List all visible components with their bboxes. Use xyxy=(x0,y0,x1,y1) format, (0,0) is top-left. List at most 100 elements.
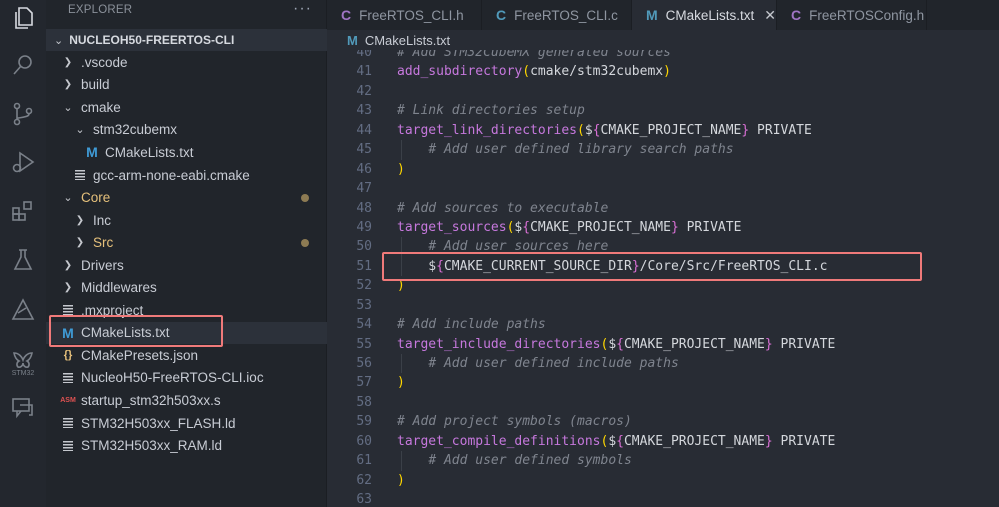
tree-item[interactable]: ❯ Middlewares xyxy=(46,277,327,300)
token: } xyxy=(631,258,640,274)
tree-item[interactable]: ❯ .vscode xyxy=(46,51,327,74)
tree-item[interactable]: M CMakeLists.txt xyxy=(46,141,327,164)
breadcrumb-file[interactable]: CMakeLists.txt xyxy=(365,33,450,48)
tree-item[interactable]: ❯ Drivers xyxy=(46,254,327,277)
breadcrumb[interactable]: M CMakeLists.txt xyxy=(327,30,999,50)
token: { xyxy=(616,433,624,449)
chevron-down-icon: ⌄ xyxy=(63,192,73,205)
line-number: 57 xyxy=(356,375,372,391)
code-line: 59 # Add project symbols (macros) xyxy=(327,412,999,431)
tree-item[interactable]: .mxproject xyxy=(46,299,327,322)
line-number: 47 xyxy=(356,181,372,197)
tree-item-label: build xyxy=(81,77,110,93)
tree-item-label: CMakeLists.txt xyxy=(105,144,194,160)
tree-item-label: NucleoH50-FreeRTOS-CLI.ioc xyxy=(81,370,264,386)
token: # Add user defined symbols xyxy=(428,453,632,469)
cmake-file-icon: M xyxy=(62,324,74,341)
code-line: 54 # Add include paths xyxy=(327,315,999,334)
line-number: 43 xyxy=(356,103,372,119)
token: # Add user defined library search paths xyxy=(428,142,734,158)
tree-item[interactable]: ❯ build xyxy=(46,74,327,97)
line-number: 54 xyxy=(356,317,372,333)
chevron-down-icon: ⌄ xyxy=(63,101,73,114)
tab-freertos-cli-c[interactable]: C FreeRTOS_CLI.c xyxy=(482,0,632,30)
code-line: 53 xyxy=(327,296,999,315)
stm32-label: STM32 xyxy=(11,369,35,377)
tree-item[interactable]: STM32H503xx_FLASH.ld xyxy=(46,412,327,435)
stm32-icon[interactable]: STM32 xyxy=(9,344,37,380)
line-number: 50 xyxy=(356,239,372,255)
tree-item-label: Core xyxy=(81,190,111,206)
code-line: 49 target_sources(${CMAKE_PROJECT_NAME} P… xyxy=(327,218,999,237)
cmake-tools-icon[interactable] xyxy=(9,296,37,324)
token: # Add STM32CubeMX generated sources xyxy=(397,50,671,60)
token: { xyxy=(436,258,444,274)
workspace-root[interactable]: ⌄ NUCLEOH50-FREERTOS-CLI xyxy=(46,29,327,51)
line-number: 52 xyxy=(356,278,372,294)
line-number: 62 xyxy=(356,472,372,488)
code-line: 63 xyxy=(327,490,999,507)
tree-item[interactable]: ASM startup_stm32h503xx.s xyxy=(46,389,327,412)
tab-label: CMakeLists.txt xyxy=(665,7,755,23)
token: # Link directories setup xyxy=(397,103,585,119)
tab-cmakelists-txt[interactable]: M CMakeLists.txt ✕ xyxy=(632,0,777,30)
tree-item[interactable]: gcc-arm-none-eabi.cmake xyxy=(46,164,327,187)
line-content: ) xyxy=(397,471,405,490)
line-number: 63 xyxy=(356,492,372,507)
source-control-icon[interactable] xyxy=(9,100,37,128)
line-number: 51 xyxy=(356,258,372,274)
tab-freertos-cli-h[interactable]: C FreeRTOS_CLI.h xyxy=(327,0,482,30)
tree-item[interactable]: NucleoH50-FreeRTOS-CLI.ioc xyxy=(46,367,327,390)
line-content: ) xyxy=(397,160,405,179)
text-file-icon xyxy=(60,305,76,316)
tree-item[interactable]: M CMakeLists.txt xyxy=(46,321,327,345)
tree-item[interactable]: ⌄ Core xyxy=(46,186,327,209)
token: PRIVATE xyxy=(678,219,742,235)
tree-item[interactable]: ⌄ cmake xyxy=(46,96,327,119)
tree-item[interactable]: ⌄ stm32cubemx xyxy=(46,119,327,142)
code-line: 40 # Add STM32CubeMX generated sources xyxy=(327,50,999,62)
c-file-icon: C xyxy=(496,7,507,23)
token: # Add project symbols (macros) xyxy=(397,414,632,430)
editor-tabs: C FreeRTOS_CLI.h C FreeRTOS_CLI.c M CMakeList… xyxy=(327,0,999,30)
code-line: 55 target_include_directories(${CMAKE_PRO… xyxy=(327,335,999,354)
extensions-icon[interactable] xyxy=(9,198,37,226)
line-number: 49 xyxy=(356,219,372,235)
line-number: 53 xyxy=(356,297,372,313)
explorer-icon[interactable] xyxy=(9,4,37,32)
chat-icon[interactable] xyxy=(9,394,37,422)
text-file-icon xyxy=(60,440,76,451)
token: $ xyxy=(608,433,617,449)
tab-freertosconfig-h[interactable]: C FreeRTOSConfig.h xyxy=(777,0,927,30)
text-file-icon xyxy=(72,170,88,180)
workspace-root-label: NUCLEOH50-FREERTOS-CLI xyxy=(69,33,235,47)
line-number: 56 xyxy=(356,356,372,371)
activity-bar: STM32 xyxy=(0,0,46,507)
code-line: 44 target_link_directories(${CMAKE_PROJEC… xyxy=(327,121,999,140)
explorer-sidebar: EXPLORER ··· ⌄ NUCLEOH50-FREERTOS-CLI ❯ .v… xyxy=(46,0,327,507)
cmake-file-icon: M xyxy=(347,32,358,48)
search-icon[interactable] xyxy=(9,51,37,79)
tree-item[interactable]: {} CMakePresets.json xyxy=(46,344,327,367)
tree-item[interactable]: ❯ Inc xyxy=(46,209,327,232)
line-number: 58 xyxy=(356,394,372,410)
code-editor[interactable]: 40 # Add STM32CubeMX generated sources 41 a… xyxy=(327,50,999,507)
token: ) xyxy=(397,472,405,488)
testing-icon[interactable] xyxy=(9,246,37,274)
close-icon[interactable]: ✕ xyxy=(764,7,776,24)
code-line: 46) xyxy=(327,160,999,179)
token: # Add user defined include paths xyxy=(428,356,679,371)
tab-label: FreeRTOS_CLI.c xyxy=(514,7,618,23)
run-debug-icon[interactable] xyxy=(9,148,37,176)
more-actions-button[interactable]: ··· xyxy=(293,0,312,18)
tree-item[interactable]: ❯ Src xyxy=(46,231,327,254)
token: # Add sources to executable xyxy=(397,200,609,216)
tree-item[interactable]: STM32H503xx_RAM.ld xyxy=(46,434,327,457)
line-content: # Add STM32CubeMX generated sources xyxy=(397,50,671,62)
code-line: 45 # Add user defined library search pat… xyxy=(327,140,999,160)
line-number: 61 xyxy=(356,453,372,469)
token: } xyxy=(764,336,773,352)
tree-item-label: Src xyxy=(93,235,114,251)
token: target_include_directories xyxy=(397,336,601,352)
